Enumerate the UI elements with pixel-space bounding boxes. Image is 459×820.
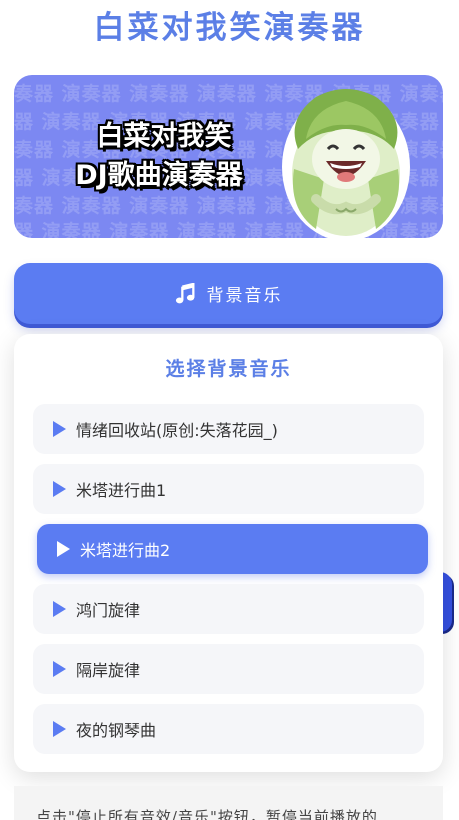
background-music-button[interactable]: 背景音乐 [14, 263, 443, 324]
play-icon [53, 721, 66, 737]
instructions-box: 点击"停止所有音效/音乐"按钮，暂停当前播放的 [14, 786, 443, 820]
play-icon [53, 601, 66, 617]
track-label: 情绪回收站(原创:失落花园_) [76, 421, 278, 440]
music-note-icon [175, 282, 194, 303]
panel-title: 选择背景音乐 [165, 358, 292, 380]
background-music-label: 背景音乐 [206, 286, 283, 306]
track-item-active[interactable]: 米塔进行曲2 [37, 524, 428, 574]
track-label: 鸿门旋律 [76, 601, 141, 620]
track-item[interactable]: 米塔进行曲1 [33, 464, 424, 514]
banner-image: 演奏器 演奏器 演奏器 演奏器 演奏器 演奏器 演奏器 演奏器 演奏器 演奏器 … [14, 75, 443, 238]
cabbage-character-image [282, 89, 410, 238]
track-label: 米塔进行曲1 [76, 481, 167, 500]
play-icon [53, 661, 66, 677]
track-label: 米塔进行曲2 [80, 541, 171, 560]
play-icon [57, 541, 70, 557]
track-item[interactable]: 夜的钢琴曲 [33, 704, 424, 754]
track-label: 隔岸旋律 [76, 661, 141, 680]
play-icon [53, 481, 66, 497]
track-item[interactable]: 鸿门旋律 [33, 584, 424, 634]
banner-line-1: 白菜对我笑 [96, 121, 232, 152]
track-label: 夜的钢琴曲 [76, 721, 157, 740]
instructions-text: 点击"停止所有音效/音乐"按钮，暂停当前播放的 [36, 808, 378, 820]
track-item[interactable]: 情绪回收站(原创:失落花园_) [33, 404, 424, 454]
app-title: 白菜对我笑演奏器 [93, 10, 366, 46]
music-select-panel: 选择背景音乐 情绪回收站(原创:失落花园_) 米塔进行曲1 米塔进行曲2 鸿门旋… [14, 334, 443, 772]
play-icon [53, 421, 66, 437]
track-item[interactable]: 隔岸旋律 [33, 644, 424, 694]
banner-heading: 白菜对我笑 DJ歌曲演奏器 [44, 117, 274, 195]
banner-line-2: DJ歌曲演奏器 [75, 160, 243, 191]
